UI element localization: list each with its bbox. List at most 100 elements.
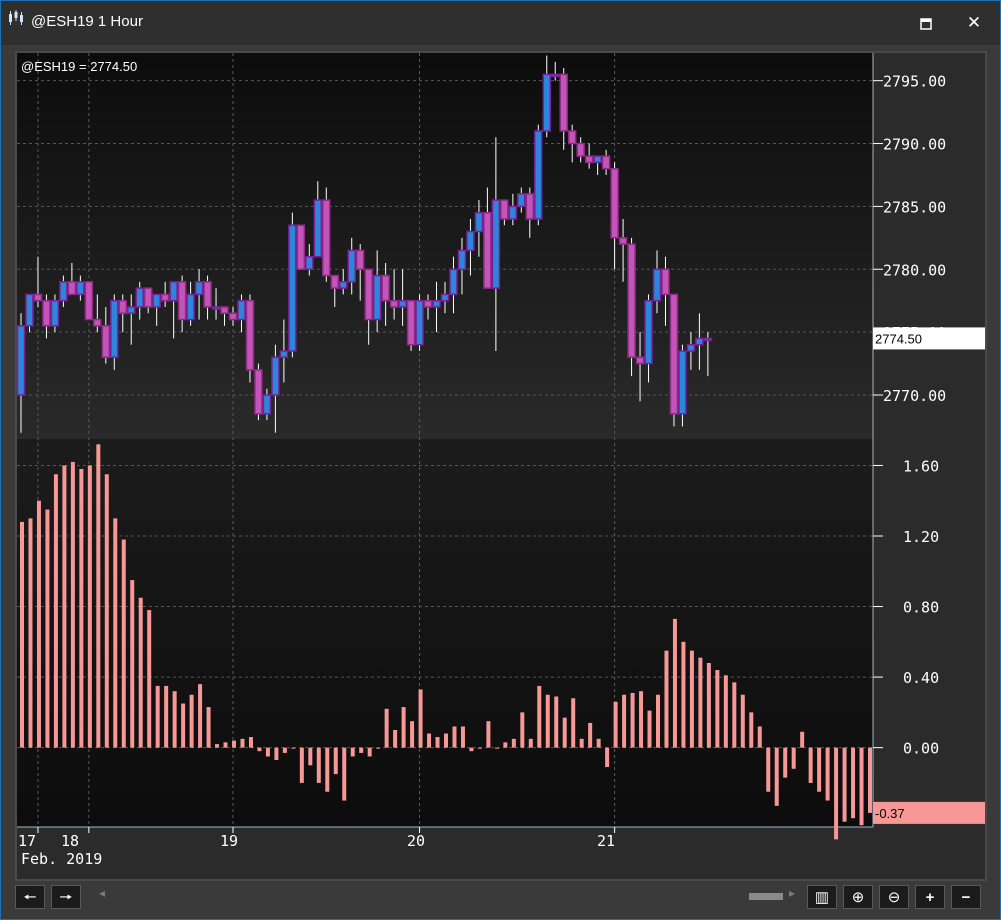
histogram-bar[interactable] — [469, 747, 474, 752]
candle-up[interactable] — [466, 230, 475, 252]
close-button[interactable]: ✕ — [959, 9, 989, 37]
histogram-bar[interactable] — [800, 731, 805, 748]
candle-down[interactable] — [661, 268, 670, 296]
histogram-bar[interactable] — [851, 747, 856, 819]
candle-down[interactable] — [601, 155, 611, 170]
histogram-bar[interactable] — [444, 733, 448, 748]
candle-down[interactable] — [220, 306, 229, 315]
histogram-bar[interactable] — [732, 682, 737, 748]
candle-down[interactable] — [423, 299, 433, 308]
histogram-bar[interactable] — [36, 500, 41, 748]
candle-up[interactable] — [126, 306, 136, 315]
value-axis[interactable] — [873, 53, 985, 827]
histogram-bar[interactable] — [698, 657, 703, 748]
candle-up[interactable] — [457, 249, 467, 271]
histogram-bar[interactable] — [537, 685, 542, 748]
zoom-out-button[interactable]: ⊖ — [879, 885, 909, 909]
candle-down[interactable] — [143, 287, 153, 308]
candle-down[interactable] — [389, 299, 399, 308]
candle-up[interactable] — [652, 268, 662, 302]
histogram-bar[interactable] — [164, 685, 169, 748]
histogram-bar[interactable] — [783, 747, 788, 778]
histogram-bar[interactable] — [706, 662, 711, 748]
histogram-bar[interactable] — [723, 675, 728, 748]
candle-down[interactable] — [610, 167, 619, 239]
decrease-button[interactable]: − — [951, 885, 981, 909]
histogram-bar[interactable] — [834, 747, 839, 840]
histogram-bar[interactable] — [121, 539, 126, 748]
histogram-bar[interactable] — [791, 747, 796, 769]
histogram-bar[interactable] — [155, 685, 160, 748]
candle-down[interactable] — [228, 312, 238, 321]
candle-down[interactable] — [576, 142, 585, 157]
histogram-bar[interactable] — [53, 474, 58, 748]
histogram-bar[interactable] — [740, 694, 745, 748]
histogram-bar[interactable] — [418, 689, 423, 748]
histogram-bar[interactable] — [113, 518, 118, 748]
candle-up[interactable] — [440, 293, 450, 302]
histogram-bar[interactable] — [240, 738, 245, 748]
scroll-right-button[interactable]: 🠖 — [51, 885, 81, 909]
zoom-in-button[interactable]: ⊕ — [843, 885, 873, 909]
histogram-bar[interactable] — [316, 747, 321, 783]
candle-up[interactable] — [550, 73, 560, 78]
candle-up[interactable] — [25, 293, 34, 327]
histogram-bar[interactable] — [545, 694, 550, 748]
chart-canvas[interactable]: 2795.002790.002785.002780.002775.002770.… — [15, 51, 987, 881]
candle-up[interactable] — [279, 350, 289, 359]
histogram-bar[interactable] — [639, 691, 644, 748]
histogram-bar[interactable] — [817, 747, 822, 792]
histogram-bar[interactable] — [79, 468, 84, 748]
candle-up[interactable] — [16, 325, 26, 396]
candle-up[interactable] — [415, 299, 424, 346]
candle-up[interactable] — [542, 73, 552, 132]
maximize-button[interactable] — [911, 9, 941, 37]
histogram-bar[interactable] — [588, 722, 593, 748]
histogram-bar[interactable] — [393, 730, 398, 748]
candle-up[interactable] — [169, 281, 178, 302]
histogram-bar[interactable] — [198, 684, 203, 748]
histogram-bar[interactable] — [223, 742, 228, 748]
increase-button[interactable]: + — [915, 885, 945, 909]
histogram-bar[interactable] — [96, 444, 101, 748]
histogram-bar[interactable] — [308, 747, 313, 766]
candle-up[interactable] — [593, 155, 602, 164]
histogram-bar[interactable] — [248, 737, 253, 748]
histogram-bar[interactable] — [401, 707, 406, 748]
candle-down[interactable] — [177, 281, 187, 321]
candle-up[interactable] — [76, 281, 85, 296]
candle-up[interactable] — [152, 293, 161, 308]
candle-down[interactable] — [635, 356, 645, 365]
histogram-bar[interactable] — [232, 740, 236, 748]
histogram-bar[interactable] — [265, 747, 270, 757]
histogram-bar[interactable] — [172, 691, 177, 748]
candle-up[interactable] — [508, 205, 518, 220]
candle-up[interactable] — [262, 394, 272, 415]
histogram-bar[interactable] — [62, 465, 67, 748]
candle-up[interactable] — [50, 299, 60, 327]
histogram-bar[interactable] — [384, 708, 389, 748]
histogram-bar[interactable] — [104, 474, 109, 748]
histogram-bar[interactable] — [325, 747, 330, 792]
candle-down[interactable] — [93, 318, 102, 327]
candle-up[interactable] — [347, 249, 356, 283]
histogram-bar[interactable] — [477, 747, 482, 749]
candle-up[interactable] — [194, 281, 204, 296]
horizontal-scrollbar[interactable]: ◂ ▸ — [99, 886, 799, 903]
histogram-bar[interactable] — [299, 747, 304, 783]
histogram-bar[interactable] — [757, 726, 762, 748]
histogram-bar[interactable] — [868, 747, 872, 813]
candle-up[interactable] — [288, 224, 297, 352]
histogram-bar[interactable] — [511, 738, 516, 748]
histogram-bar[interactable] — [859, 747, 864, 826]
histogram-bar[interactable] — [291, 747, 296, 749]
histogram-bar[interactable] — [528, 738, 533, 748]
candle-up[interactable] — [534, 130, 543, 220]
candle-up[interactable] — [186, 293, 195, 321]
histogram-bar[interactable] — [520, 712, 525, 748]
candle-down[interactable] — [483, 211, 492, 289]
histogram-bar[interactable] — [672, 618, 677, 748]
histogram-bar[interactable] — [689, 650, 694, 748]
candle-up[interactable] — [271, 356, 280, 396]
histogram-bar[interactable] — [147, 610, 152, 748]
